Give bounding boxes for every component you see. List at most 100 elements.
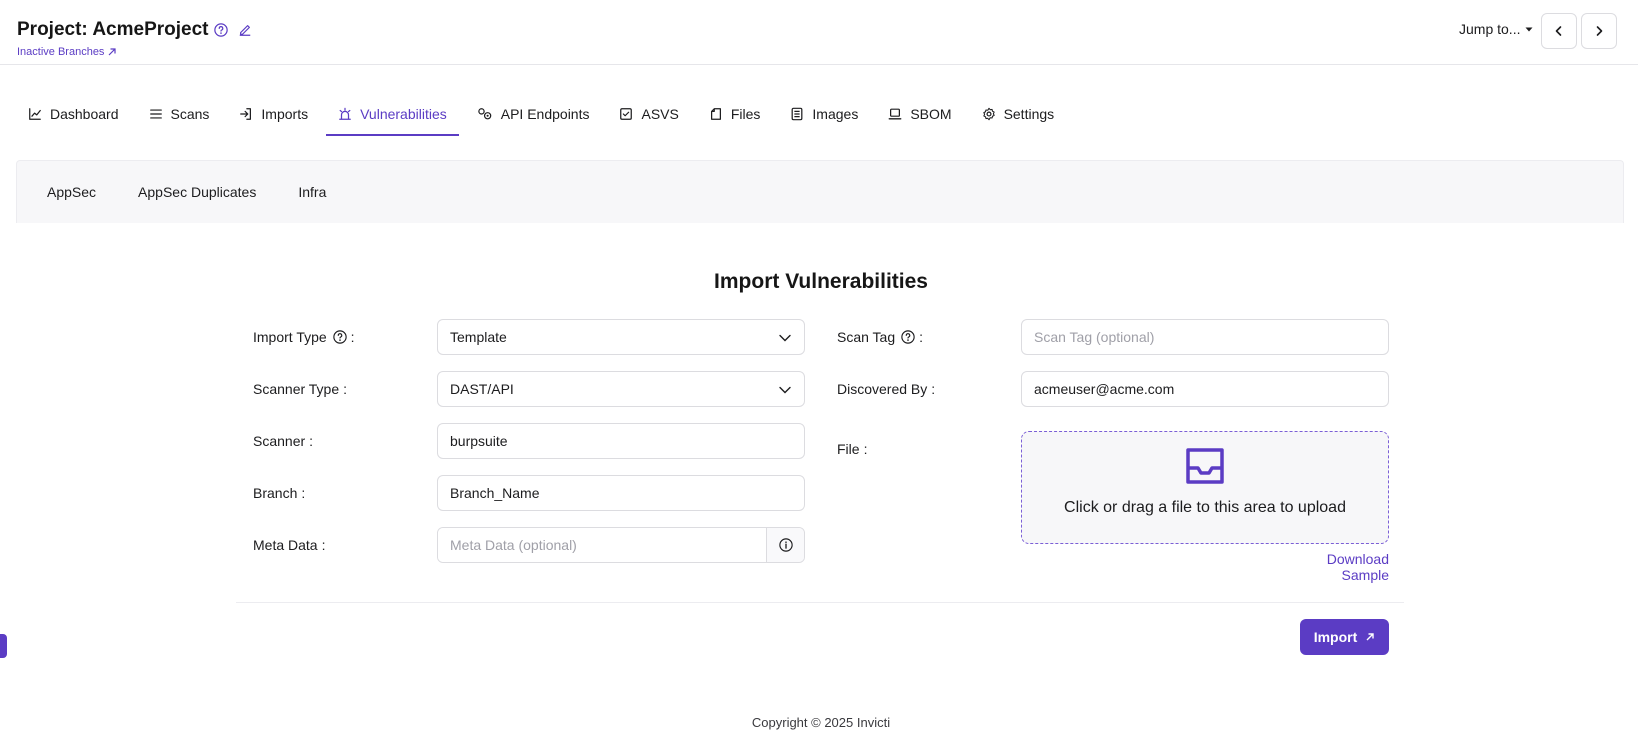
inactive-branches-label: Inactive Branches: [17, 46, 105, 58]
tab-label: Scans: [170, 106, 210, 122]
scanner-type-value: DAST/API: [450, 381, 514, 397]
colon: :: [309, 433, 314, 449]
tab-label: Vulnerabilities: [360, 106, 447, 122]
tab-vulnerabilities[interactable]: Vulnerabilities: [326, 92, 459, 136]
scan-tag-label: Scan Tag :: [837, 329, 923, 345]
page-header: Project: AcmeProject Inactive Branches J…: [0, 0, 1638, 65]
subtab-infra[interactable]: Infra: [298, 184, 326, 200]
file-label: File :: [837, 441, 867, 457]
tab-asvs[interactable]: ASVS: [607, 92, 690, 136]
project-title: Project: AcmeProject: [17, 19, 252, 41]
import-button-label: Import: [1313, 629, 1358, 645]
file-label-text: File: [837, 441, 860, 457]
import-button[interactable]: Import: [1300, 619, 1389, 655]
file-dropzone[interactable]: Click or drag a file to this area to upl…: [1021, 431, 1389, 544]
help-icon[interactable]: [901, 330, 915, 344]
tab-label: Settings: [1003, 106, 1055, 122]
arrow-up-right-icon: [1366, 633, 1374, 641]
form-title: Import Vulnerabilities: [714, 270, 928, 293]
tab-label: ASVS: [641, 106, 679, 122]
scanner-type-label: Scanner Type :: [253, 381, 347, 397]
tab-scans[interactable]: Scans: [137, 92, 222, 136]
tab-files[interactable]: Files: [697, 92, 773, 136]
import-type-label: Import Type :: [253, 329, 355, 345]
branch-label-text: Branch: [253, 485, 298, 501]
dropzone-text: Click or drag a file to this area to upl…: [1064, 499, 1346, 516]
tab-images[interactable]: Images: [778, 92, 870, 136]
edit-icon[interactable]: [238, 23, 252, 37]
alarm-icon: [339, 107, 351, 120]
previous-button[interactable]: [1541, 13, 1577, 49]
copyright-text: Copyright © 2025 Invicti: [751, 715, 891, 730]
tab-imports[interactable]: Imports: [227, 92, 320, 136]
discovered-by-label-text: Discovered By: [837, 381, 928, 397]
scanner-input[interactable]: [437, 423, 805, 459]
chevron-down-icon: [779, 334, 791, 342]
discovered-by-input[interactable]: [1021, 371, 1389, 407]
tab-sbom[interactable]: SBOM: [876, 92, 963, 136]
file-icon: [710, 108, 721, 120]
import-type-value: Template: [450, 329, 507, 345]
tab-api-endpoints[interactable]: API Endpoints: [465, 92, 602, 136]
list-icon: [149, 109, 162, 119]
external-arrow-icon: [109, 48, 117, 56]
branch-label: Branch :: [253, 485, 305, 501]
import-icon: [240, 108, 252, 120]
tab-dashboard[interactable]: Dashboard: [16, 92, 131, 136]
chevron-left-icon: [1555, 26, 1562, 36]
jump-to-dropdown[interactable]: Jump to...: [1459, 21, 1534, 37]
inbox-tray-icon: [1186, 448, 1224, 484]
colon: :: [863, 441, 868, 457]
meta-data-info-button[interactable]: [766, 528, 804, 562]
colon: :: [919, 329, 924, 345]
import-type-select[interactable]: Template: [437, 319, 805, 355]
meta-data-input[interactable]: [438, 528, 766, 562]
scanner-label: Scanner :: [253, 433, 313, 449]
colon: :: [931, 381, 936, 397]
main-tabs: Dashboard Scans Imports Vulnerabilities …: [16, 92, 1072, 136]
caret-down-icon: [1525, 27, 1533, 32]
tab-label: Imports: [261, 106, 309, 122]
tab-settings[interactable]: Settings: [970, 92, 1067, 136]
download-sample-link[interactable]: Download Sample: [1283, 551, 1389, 583]
form-divider: [236, 602, 1404, 603]
api-icon: [478, 108, 492, 120]
chart-line-icon: [29, 108, 41, 120]
scan-tag-label-text: Scan Tag: [837, 329, 896, 345]
laptop-icon: [888, 108, 902, 120]
tab-label: SBOM: [910, 106, 952, 122]
next-button[interactable]: [1581, 13, 1617, 49]
subtab-appsec-duplicates[interactable]: AppSec Duplicates: [138, 184, 256, 200]
subtab-appsec[interactable]: AppSec: [47, 184, 96, 200]
checkbox-icon: [620, 108, 633, 120]
colon: :: [301, 485, 306, 501]
colon: :: [343, 381, 348, 397]
branch-input[interactable]: [437, 475, 805, 511]
scanner-type-label-text: Scanner Type: [253, 381, 340, 397]
subtabs-bar: AppSec AppSec Duplicates Infra: [16, 160, 1624, 223]
tab-label: Files: [730, 106, 761, 122]
jump-to-label: Jump to...: [1459, 21, 1521, 37]
meta-data-label: Meta Data :: [253, 537, 325, 553]
colon: :: [350, 329, 355, 345]
colon: :: [321, 537, 326, 553]
scanner-type-select[interactable]: DAST/API: [437, 371, 805, 407]
meta-data-label-text: Meta Data: [253, 537, 318, 553]
tab-label: Dashboard: [50, 106, 119, 122]
tab-label: Images: [812, 106, 859, 122]
gear-icon: [982, 107, 995, 121]
scanner-label-text: Scanner: [253, 433, 306, 449]
tab-label: API Endpoints: [500, 106, 590, 122]
info-icon: [778, 538, 793, 552]
sidebar-toggle-handle[interactable]: [0, 634, 7, 658]
scan-tag-input[interactable]: [1021, 319, 1389, 355]
chevron-right-icon: [1596, 26, 1603, 36]
project-title-text: Project: AcmeProject: [17, 19, 209, 40]
help-icon[interactable]: [332, 330, 347, 344]
image-list-icon: [791, 107, 803, 121]
chevron-down-icon: [779, 386, 791, 394]
meta-data-field: [437, 527, 805, 563]
discovered-by-label: Discovered By :: [837, 381, 935, 397]
help-icon[interactable]: [214, 23, 229, 37]
inactive-branches-link[interactable]: Inactive Branches: [17, 46, 117, 58]
